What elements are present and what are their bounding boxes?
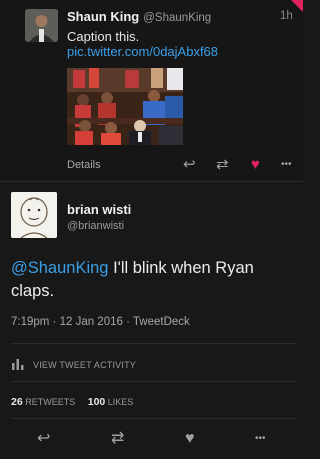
engagement-counts: 26 RETWEETS 100 LIKES xyxy=(11,396,133,408)
more-options-icon[interactable]: ••• xyxy=(281,155,292,175)
divider xyxy=(11,381,296,382)
retweets-label[interactable]: RETWEETS xyxy=(25,397,75,407)
liked-corner-badge xyxy=(291,0,303,12)
divider xyxy=(11,418,296,419)
retweet-icon[interactable]: ⇄ xyxy=(111,429,124,449)
like-icon-active[interactable]: ♥ xyxy=(251,155,260,175)
divider xyxy=(11,343,296,344)
author-handle[interactable]: @ShaunKing xyxy=(143,12,211,24)
tweet-media-image[interactable] xyxy=(67,68,183,145)
reply-icon[interactable]: ↩ xyxy=(37,429,50,449)
likes-label[interactable]: LIKES xyxy=(108,397,134,407)
tweet-text: Caption this. xyxy=(67,29,140,44)
reply-icon[interactable]: ↩ xyxy=(183,155,196,175)
tweet-original[interactable]: Shaun King @ShaunKing 1h Caption this. pi… xyxy=(0,0,303,180)
details-link[interactable]: Details xyxy=(67,159,101,171)
like-icon[interactable]: ♥ xyxy=(185,429,195,449)
author-name[interactable]: Shaun King @ShaunKing xyxy=(67,9,211,24)
view-tweet-activity-link[interactable]: VIEW TWEET ACTIVITY xyxy=(33,360,136,370)
divider xyxy=(0,181,303,182)
media-link[interactable]: pic.twitter.com/0dajAbxf68 xyxy=(67,44,218,59)
bar-chart-icon[interactable] xyxy=(11,358,25,370)
like-count[interactable]: 100 xyxy=(88,396,106,408)
author-handle[interactable]: @brianwisti xyxy=(67,220,124,232)
avatar-shaun-king[interactable] xyxy=(25,9,58,42)
tweet-timestamp[interactable]: 7:19pm · 12 Jan 2016 · TweetDeck xyxy=(11,316,190,328)
mention-link[interactable]: @ShaunKing xyxy=(11,259,109,277)
avatar-brian-wisti[interactable] xyxy=(11,192,57,238)
retweet-icon[interactable]: ⇄ xyxy=(216,155,229,175)
author-name[interactable]: brian wisti xyxy=(67,202,131,217)
retweet-count[interactable]: 26 xyxy=(11,396,23,408)
tweet-text: @ShaunKing I'll blink when Ryan claps. xyxy=(11,259,254,300)
more-options-icon[interactable]: ••• xyxy=(255,429,266,449)
